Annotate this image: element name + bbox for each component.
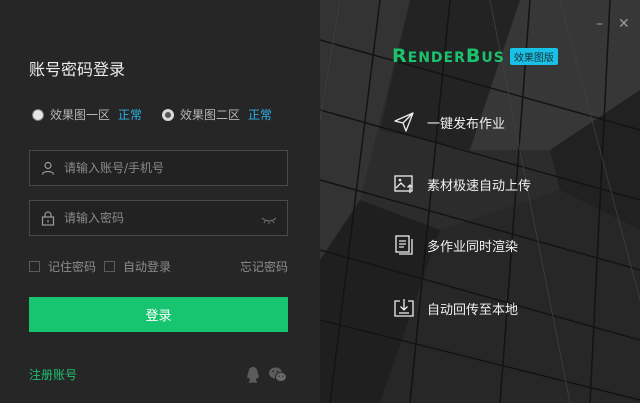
brand-tag: 效果图版 <box>509 47 558 65</box>
server-status-2: 正常 <box>248 108 273 122</box>
wechat-icon[interactable] <box>268 366 288 388</box>
feature-label: 多作业同时渲染 <box>427 239 519 255</box>
server-option-2[interactable]: 效果图二区 正常 <box>162 106 272 123</box>
download-box-icon <box>393 297 415 319</box>
server-option-1[interactable]: 效果图一区 正常 <box>32 106 142 123</box>
remember-checkbox[interactable] <box>29 261 40 272</box>
feature-download: 自动回传至本地 <box>393 297 518 319</box>
minimize-button[interactable]: – <box>596 16 603 32</box>
auto-login-checkbox[interactable] <box>104 261 115 272</box>
login-title: 账号密码登录 <box>29 60 126 79</box>
server-radio-1[interactable] <box>32 108 44 121</box>
close-button[interactable]: ✕ <box>618 16 630 32</box>
remember-password[interactable]: 记住密码 <box>29 258 96 275</box>
promo-panel: – ✕ RENDERBUS 效果图版 一键发布作业 素材极速自动上传 多作业同时… <box>320 0 640 403</box>
password-field[interactable] <box>29 200 288 236</box>
server-label-2: 效果图二区 <box>180 108 241 122</box>
feature-publish: 一键发布作业 <box>393 111 505 133</box>
multi-document-icon <box>393 234 415 256</box>
server-status-1: 正常 <box>118 108 143 122</box>
renderbus-logo: RENDERBUS 效果图版 <box>392 45 558 67</box>
login-panel: 账号密码登录 效果图一区 正常 效果图二区 正常 请输入账号/手机号 记住密码 … <box>0 0 320 403</box>
forgot-password-link[interactable]: 忘记密码 <box>240 258 288 275</box>
feature-label: 一键发布作业 <box>427 116 506 132</box>
feature-label: 自动回传至本地 <box>427 302 519 318</box>
auto-login[interactable]: 自动登录 <box>104 258 171 275</box>
account-input[interactable] <box>62 160 287 176</box>
login-button[interactable]: 登录 <box>29 297 288 332</box>
feature-multi-render: 多作业同时渲染 <box>393 234 518 256</box>
login-window: 账号密码登录 效果图一区 正常 效果图二区 正常 请输入账号/手机号 记住密码 … <box>0 0 640 403</box>
password-input[interactable] <box>62 210 261 226</box>
lock-icon <box>40 210 56 226</box>
eye-closed-icon[interactable] <box>261 209 279 228</box>
image-upload-icon <box>393 173 415 195</box>
paper-plane-icon <box>393 111 415 133</box>
account-field[interactable] <box>29 150 288 186</box>
feature-upload: 素材极速自动上传 <box>393 173 531 195</box>
brand-name: RENDERBUS <box>392 45 505 67</box>
feature-label: 素材极速自动上传 <box>427 178 532 194</box>
remember-label: 记住密码 <box>48 260 97 274</box>
register-link[interactable]: 注册账号 <box>29 366 77 383</box>
server-label-1: 效果图一区 <box>50 108 111 122</box>
server-radio-2[interactable] <box>162 108 174 121</box>
qq-icon[interactable] <box>245 366 261 388</box>
auto-login-label: 自动登录 <box>123 260 172 274</box>
user-icon <box>40 160 56 176</box>
